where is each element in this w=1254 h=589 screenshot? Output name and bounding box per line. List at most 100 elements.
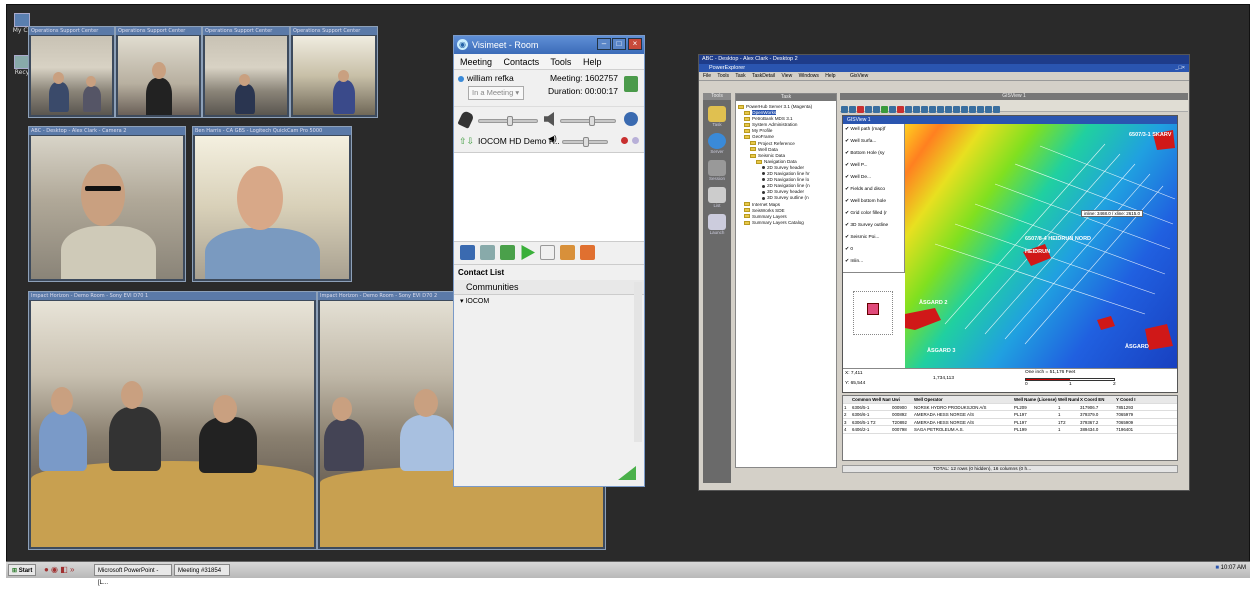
pe-menu-gisview[interactable]: GisView xyxy=(850,73,868,79)
tree-node[interactable]: Summary Layers Catalog xyxy=(738,220,836,226)
user-icon[interactable] xyxy=(560,245,575,260)
gis-tool-icon[interactable] xyxy=(977,106,984,113)
group-icon[interactable] xyxy=(580,245,595,260)
map-canvas[interactable]: ÅSGARD 2 ÅSGARD 3 HEIDRUN 6507/8-4 HEIDR… xyxy=(905,124,1177,368)
server-tool-icon[interactable] xyxy=(708,133,726,149)
community-iocom[interactable]: ▾ IOCOM xyxy=(454,295,644,307)
document-icon[interactable] xyxy=(540,245,555,260)
menu-contacts[interactable]: Contacts xyxy=(504,57,540,67)
pe-menu-task[interactable]: Task xyxy=(735,73,745,79)
layer-item[interactable]: ✔ Seismic Poi... xyxy=(845,232,904,244)
visimeet-titlebar[interactable]: ◉ Visimeet - Room – □ × xyxy=(454,36,644,54)
play-icon[interactable] xyxy=(521,245,535,260)
pe-menu-file[interactable]: File xyxy=(703,73,711,79)
video-window-demo-room-1[interactable]: Impact Horizon - Demo Room - Sony EVI D7… xyxy=(28,291,317,550)
folder-icon xyxy=(744,110,750,115)
tool-label: Task xyxy=(712,122,722,127)
gis-tool-icon[interactable] xyxy=(929,106,936,113)
gis-tool-icon[interactable] xyxy=(985,106,992,113)
pe-menu-view[interactable]: View xyxy=(781,73,792,79)
table-row[interactable]: 1 6306/5-1 000900 NORSK HYDRO PRODUKSJON A/… xyxy=(843,404,1177,411)
status-select[interactable]: In a Meeting ▾ xyxy=(468,86,524,100)
table-cell: 000892 xyxy=(892,412,907,417)
gis-tool-icon[interactable] xyxy=(881,106,888,113)
video-window-ops-4[interactable]: Operations Support Center xyxy=(290,26,378,118)
layer-item[interactable]: ✔ Grid color filled (r xyxy=(845,208,904,220)
coordinate-bar: X: 7,411 Y: 65,544 1,734,113 One inch = … xyxy=(843,368,1177,390)
gis-tool-icon[interactable] xyxy=(913,106,920,113)
gis-tool-icon[interactable] xyxy=(945,106,952,113)
gis-tool-icon[interactable] xyxy=(921,106,928,113)
layer-item[interactable]: ✔ Well Surfa... xyxy=(845,136,904,148)
gis-tool-icon[interactable] xyxy=(961,106,968,113)
speaker-volume-slider[interactable] xyxy=(560,116,616,126)
layer-item[interactable]: ✔ Well P... xyxy=(845,160,904,172)
video-window-ops-3[interactable]: Operations Support Center xyxy=(202,26,290,118)
layer-item[interactable]: ✔ Well De... xyxy=(845,172,904,184)
pe-window-controls[interactable]: _□× xyxy=(1175,64,1185,72)
gis-tool-icon[interactable] xyxy=(953,106,960,113)
launch-tool-icon[interactable] xyxy=(708,214,726,230)
layer-item[interactable]: ✔ 3D Survey outline xyxy=(845,220,904,232)
layer-item[interactable]: ✔ Fields and disco xyxy=(845,184,904,196)
room-volume-slider[interactable] xyxy=(562,137,608,147)
gis-tool-icon[interactable] xyxy=(897,106,904,113)
session-tool-icon[interactable] xyxy=(708,160,726,176)
pe-menu-windows[interactable]: Windows xyxy=(799,73,819,79)
video-window-ben-harris[interactable]: Ben Harris - CA GBS - Logitech QuickCam … xyxy=(192,126,352,282)
gis-tool-icon[interactable] xyxy=(937,106,944,113)
start-button[interactable]: ⊞ Start xyxy=(8,564,37,576)
layer-item[interactable]: ✔ Well bottom hole xyxy=(845,196,904,208)
pe-menu-taskdetail[interactable]: TaskDetail xyxy=(752,73,775,79)
gis-tool-icon[interactable] xyxy=(889,106,896,113)
tray-icon[interactable]: ■ xyxy=(1215,565,1219,571)
contact-list-scrollbar[interactable] xyxy=(634,282,642,442)
pe-menu-help[interactable]: Help xyxy=(825,73,835,79)
video-window-ops-1[interactable]: Operations Support Center xyxy=(28,26,115,118)
menu-meeting[interactable]: Meeting xyxy=(460,57,492,67)
mic-volume-slider[interactable] xyxy=(478,116,538,126)
microphone-icon[interactable] xyxy=(457,110,475,129)
menu-help[interactable]: Help xyxy=(583,57,602,67)
table-row[interactable]: 4 6406/2-1 000798 SAGA PETROLEUM A.S. PL199 1… xyxy=(843,426,1177,434)
globe-icon[interactable] xyxy=(624,112,638,126)
menu-tools[interactable]: Tools xyxy=(550,57,571,67)
leave-meeting-icon[interactable] xyxy=(624,76,638,92)
list-tool-icon[interactable] xyxy=(708,187,726,203)
close-button[interactable]: × xyxy=(628,38,642,50)
screen-share-icon[interactable] xyxy=(460,245,475,260)
taskbar-item-powerpoint[interactable]: Microsoft PowerPoint - [L... xyxy=(94,564,172,586)
layer-item[interactable]: ✔ Inlin... xyxy=(845,256,904,268)
table-row[interactable]: 3 6306/5-1 T2 T20892 AMERADA HESS NORGE A/S… xyxy=(843,419,1177,426)
layer-item[interactable]: ✔ Well path (map)f xyxy=(845,124,904,136)
table-row[interactable]: 2 6306/6-1 000892 AMERADA HESS NORGE A/S PL1… xyxy=(843,411,1177,419)
gis-tool-icon[interactable] xyxy=(969,106,976,113)
gis-tool-icon[interactable] xyxy=(841,106,848,113)
pe-menu-tools[interactable]: Tools xyxy=(717,73,729,79)
layer-item[interactable]: ✔ Bottom Hole (sy xyxy=(845,148,904,160)
minimize-button[interactable]: – xyxy=(597,38,611,50)
layer-item[interactable]: ✔ 0 xyxy=(845,244,904,256)
room-row[interactable]: ⇧⇩ IOCOM HD Demo R.. ◀) xyxy=(454,132,644,152)
mute-icon[interactable] xyxy=(632,137,639,144)
map-info-tooltip: inline: 3468.0 / xline: 2615.0 xyxy=(1081,210,1144,217)
phone-icon[interactable] xyxy=(480,245,495,260)
gis-tool-icon[interactable] xyxy=(865,106,872,113)
gis-tool-icon[interactable] xyxy=(849,106,856,113)
gis-tool-icon[interactable] xyxy=(857,106,864,113)
gis-tool-icon[interactable] xyxy=(993,106,1000,113)
overview-minimap[interactable] xyxy=(843,272,905,368)
folder-icon xyxy=(744,129,750,134)
taskbar-item-meeting[interactable]: Meeting #31854 xyxy=(174,564,230,576)
pe-app-titlebar[interactable]: PowerExplorer _□× xyxy=(699,64,1189,72)
communities-header[interactable]: Communities xyxy=(454,280,644,295)
video-window-ops-2[interactable]: Operations Support Center xyxy=(115,26,202,118)
maximize-button[interactable]: □ xyxy=(612,38,626,50)
gis-tool-icon[interactable] xyxy=(905,106,912,113)
record-icon[interactable] xyxy=(621,137,628,144)
speaker-icon[interactable] xyxy=(544,112,554,126)
refresh-icon[interactable] xyxy=(500,245,515,260)
gis-tool-icon[interactable] xyxy=(873,106,880,113)
task-tool-icon[interactable] xyxy=(708,106,726,122)
video-window-alex-clark[interactable]: ABC - Desktop - Alex Clark - Camera 2 xyxy=(28,126,186,282)
